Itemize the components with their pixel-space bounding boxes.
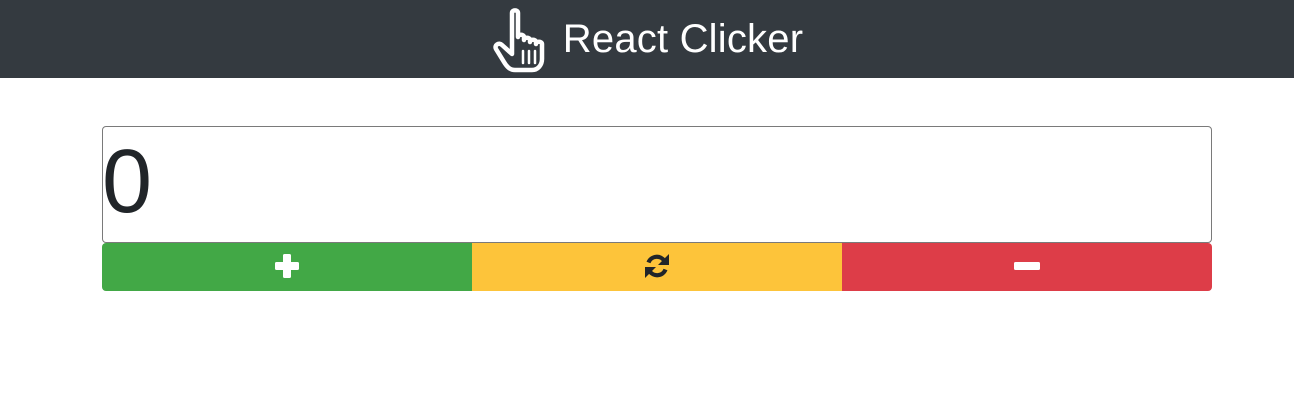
plus-icon [273, 252, 301, 283]
brand-link[interactable]: React Clicker [491, 5, 803, 73]
top-navbar: React Clicker [0, 0, 1294, 78]
app-title: React Clicker [562, 17, 804, 61]
pointing-hand-icon [491, 7, 553, 73]
counter-controls [102, 243, 1212, 291]
increment-button[interactable] [102, 243, 472, 291]
refresh-icon [642, 251, 672, 284]
counter-value: 0 [102, 132, 153, 232]
minus-icon [1013, 252, 1041, 283]
reset-button[interactable] [472, 243, 842, 291]
decrement-button[interactable] [842, 243, 1212, 291]
counter-panel: 0 [102, 126, 1212, 291]
counter-display: 0 [102, 126, 1212, 243]
